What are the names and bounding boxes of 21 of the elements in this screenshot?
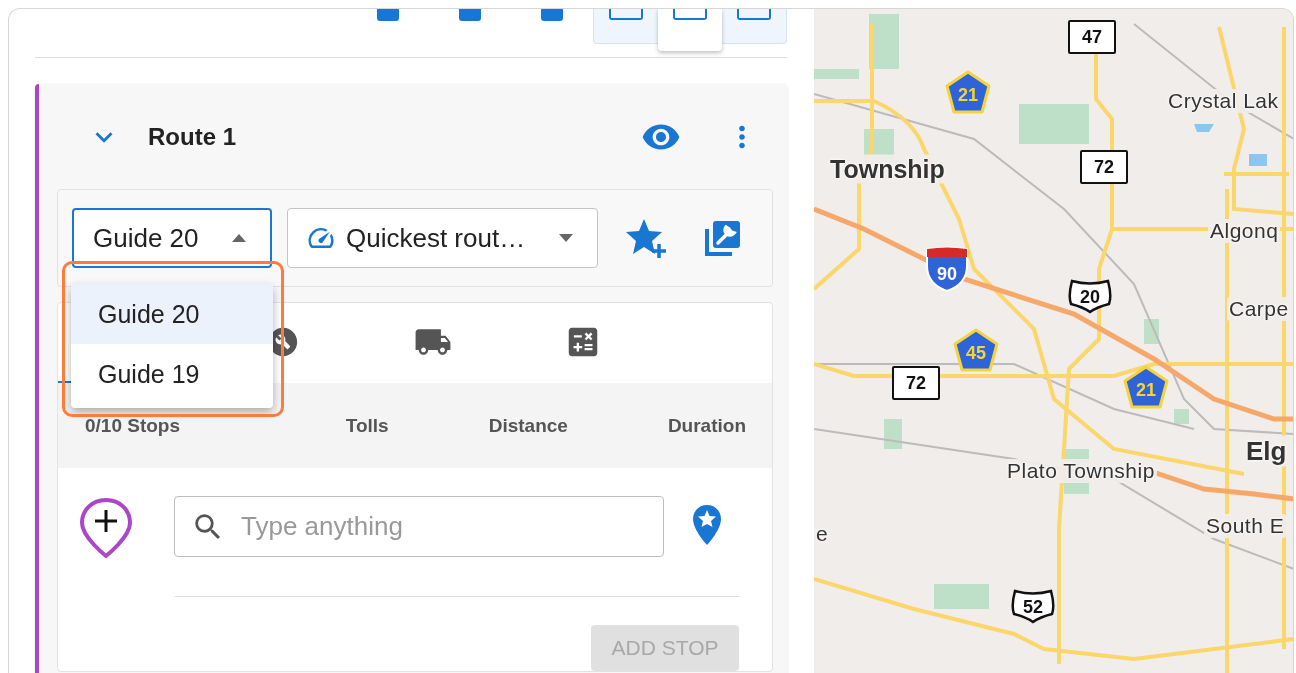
map-place-label: Crystal Lak	[1166, 89, 1281, 113]
route-shield: 47	[1068, 20, 1116, 54]
map-place-label: Township	[828, 154, 947, 184]
column-header: Tolls	[345, 414, 389, 437]
route-shield: 45	[953, 328, 999, 372]
column-header: Distance	[488, 414, 568, 437]
column-header: 0/10 Stops	[85, 414, 182, 437]
route-shield: 52	[1010, 588, 1056, 624]
route-title: Route 1	[148, 122, 237, 151]
route-shield: 20	[1067, 278, 1113, 314]
map-place-label: Carpe	[1227, 297, 1291, 321]
map-place-label: Elg	[1244, 435, 1289, 467]
map-place-label: South E	[1204, 514, 1287, 538]
column-header: Duration	[667, 414, 746, 437]
route-shield: 72	[1080, 150, 1128, 184]
route-shield: 72	[892, 366, 940, 400]
route-shield: 21	[1123, 365, 1169, 409]
map-place-label: Algonq	[1208, 219, 1281, 243]
route-shield: 21	[945, 70, 991, 114]
route-shield: 90	[925, 246, 969, 292]
map-place-label: Plato Township	[1005, 459, 1157, 483]
